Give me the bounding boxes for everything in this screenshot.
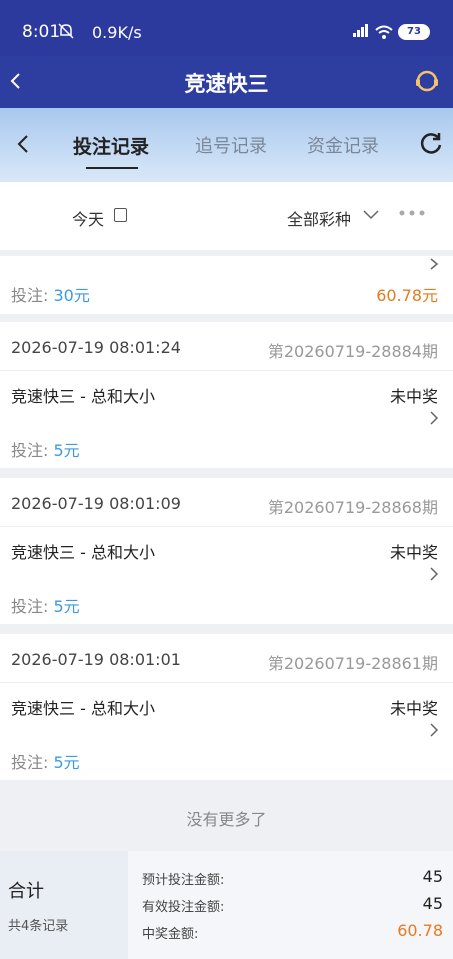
customer-service-icon[interactable] [414, 68, 440, 94]
divider [0, 682, 453, 683]
status-bar: 8:01 0.9K/s 73 [0, 0, 453, 56]
game-filter[interactable]: 全部彩种 [287, 206, 351, 230]
bet-amount: 投注: 5元 [11, 753, 80, 772]
bell-muted-icon [58, 23, 74, 39]
record-time: 2026-07-19 08:01:01 [11, 650, 181, 669]
expected-bet-label: 预计投注金额: [142, 873, 225, 888]
filter-bar: 今天 全部彩种 [0, 182, 453, 250]
record-status: 未中奖 [389, 699, 438, 718]
bet-amount: 投注: 5元 [11, 597, 80, 616]
bet-amount: 投注: 5元 [11, 441, 80, 460]
record-status: 未中奖 [389, 543, 438, 562]
record-game: 竞速快三 - 总和大小 [11, 387, 155, 406]
tab-fund-records[interactable]: 资金记录 [307, 132, 379, 158]
chevron-left-icon[interactable] [14, 132, 32, 156]
expected-bet-value: 45 [422, 867, 443, 886]
summary-left: 合计 共4条记录 [0, 851, 128, 959]
summary-amounts: 预计投注金额: 45 有效投注金额: 45 中奖金额: 60.78 [128, 851, 453, 959]
summary-panel: 合计 共4条记录 预计投注金额: 45 有效投注金额: 45 中奖金额: 60.… [0, 851, 453, 959]
record-count: 共4条记录 [8, 919, 69, 934]
divider [0, 526, 453, 527]
divider [0, 370, 453, 371]
win-amount-value: 60.78 [397, 921, 443, 940]
record-game: 竞速快三 - 总和大小 [11, 543, 155, 562]
record-card[interactable]: 2026-07-19 08:01:01 第20260719-28861期 竞速快… [0, 634, 453, 780]
more-icon[interactable] [398, 210, 426, 216]
record-period: 第20260719-28861期 [267, 654, 438, 673]
chevron-down-icon[interactable] [362, 207, 380, 221]
chevron-right-icon [430, 567, 439, 581]
calendar-icon[interactable] [114, 208, 127, 222]
tab-bet-records[interactable]: 投注记录 [73, 132, 149, 159]
network-speed: 0.9K/s [92, 23, 142, 42]
record-game: 竞速快三 - 总和大小 [11, 699, 155, 718]
valid-bet-value: 45 [422, 894, 443, 913]
record-time: 2026-07-19 08:01:09 [11, 494, 181, 513]
win-amount-label: 中奖金额: [142, 927, 199, 942]
record-card[interactable]: 2026-07-19 08:01:09 第20260719-28868期 竞速快… [0, 478, 453, 624]
record-card[interactable]: 2026-07-19 08:01:24 第20260719-28884期 竞速快… [0, 322, 453, 468]
chevron-right-icon [430, 723, 439, 737]
record-period: 第20260719-28868期 [267, 498, 438, 517]
valid-bet-label: 有效投注金额: [142, 900, 225, 915]
tab-chase-records[interactable]: 追号记录 [195, 132, 267, 158]
wifi-icon [375, 25, 393, 39]
record-time: 2026-07-19 08:01:24 [11, 338, 181, 357]
record-period: 第20260719-28884期 [267, 342, 438, 361]
status-time: 8:01 [22, 22, 61, 42]
date-filter[interactable]: 今天 [72, 206, 104, 230]
record-card[interactable]: 投注: 30元 60.78元 [0, 256, 453, 314]
signal-icon [353, 24, 368, 37]
bet-amount: 投注: 30元 [11, 286, 90, 305]
refresh-icon[interactable] [418, 130, 444, 156]
chevron-right-icon [430, 411, 439, 425]
battery-icon: 73 [398, 24, 430, 40]
active-tab-indicator [86, 167, 138, 169]
win-amount: 60.78元 [376, 286, 438, 305]
page-title: 竞速快三 [184, 72, 269, 96]
record-status: 未中奖 [389, 387, 438, 406]
app-bar: 竞速快三 [0, 56, 453, 108]
summary-title: 合计 [8, 881, 44, 902]
record-tabs: 投注记录 追号记录 资金记录 [0, 108, 453, 182]
chevron-right-icon [430, 258, 439, 270]
no-more-text: 没有更多了 [186, 810, 267, 829]
